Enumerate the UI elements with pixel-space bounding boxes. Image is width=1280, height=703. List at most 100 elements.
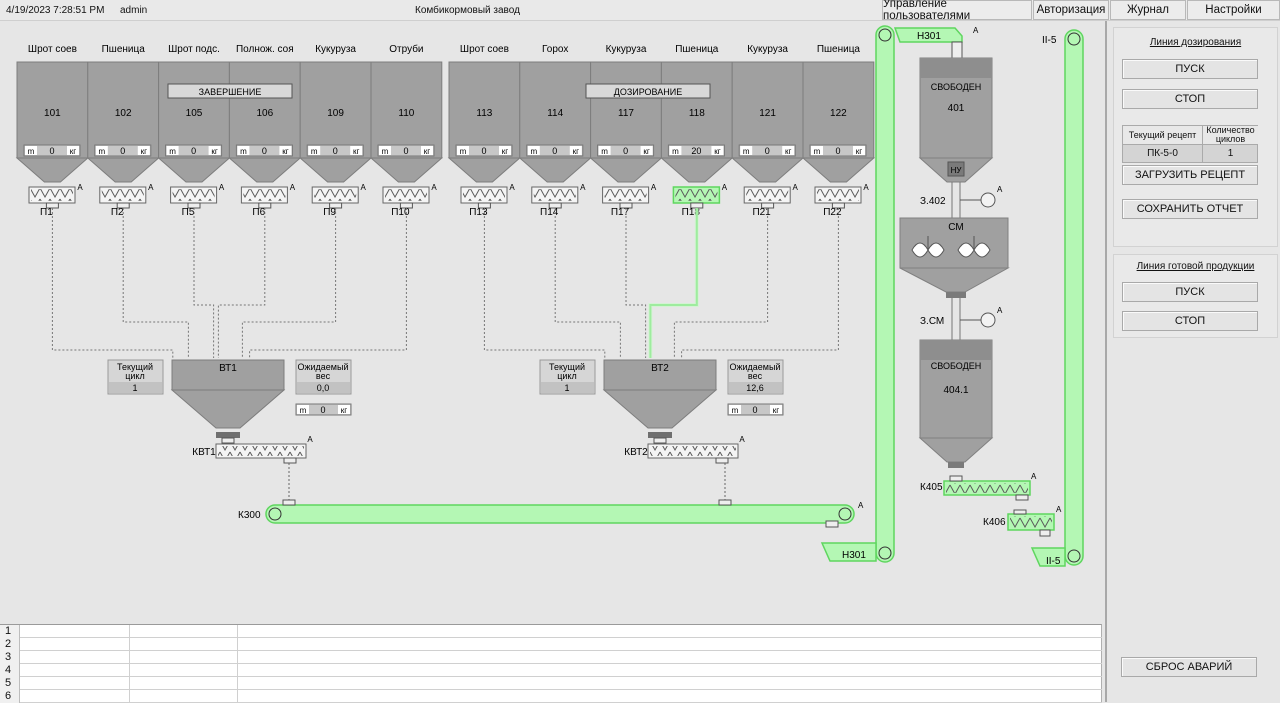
- valve-sm[interactable]: [980, 312, 996, 328]
- screw-КВТ1[interactable]: [215, 443, 307, 464]
- bin-readout-unit-m: m: [240, 147, 247, 156]
- feeder-П2[interactable]: [99, 186, 147, 209]
- cycle-value: 1: [132, 383, 137, 393]
- feeder-screw: [314, 189, 357, 201]
- bin-product-label: Кукуруза: [606, 44, 647, 55]
- conveyor-k405-label: К405: [920, 482, 943, 493]
- bin-readout-value: 20: [691, 146, 701, 156]
- dosing-line-panel: Линия дозирования ПУСК СТОП Текущий реце…: [1113, 27, 1278, 247]
- recipe-table: Текущий рецепт Количество циклов ПК-5-0 …: [1122, 125, 1258, 163]
- feed-line: [483, 208, 606, 358]
- log-row[interactable]: 2: [0, 638, 1102, 651]
- bin-113[interactable]: [447, 61, 522, 183]
- screw-КВТ2[interactable]: [647, 443, 739, 464]
- dosing-start-button[interactable]: ПУСК: [1122, 59, 1258, 79]
- bin-117[interactable]: [589, 61, 663, 183]
- hopper-outlet: [221, 437, 235, 444]
- conveyor-k300-label: К300: [238, 510, 261, 521]
- bin-id: 106: [256, 108, 273, 119]
- feeder-П1[interactable]: [28, 186, 76, 209]
- auto-marker: A: [722, 183, 728, 192]
- conveyor-k300[interactable]: A: [265, 499, 864, 528]
- feeder-П9[interactable]: [311, 186, 359, 209]
- log-row-number: 5: [0, 677, 20, 690]
- auto-marker: A: [793, 183, 799, 192]
- feeder-screw: [385, 189, 427, 201]
- bin-404-1[interactable]: [918, 339, 994, 468]
- bin-106[interactable]: [228, 61, 302, 183]
- cycles-value: 1: [1227, 148, 1234, 159]
- menu-authorization[interactable]: Авторизация: [1033, 0, 1109, 20]
- conveyor-k405[interactable]: [943, 475, 1031, 501]
- bin-105[interactable]: [157, 61, 231, 183]
- bin-102[interactable]: [86, 61, 160, 183]
- mixer-label: СМ: [948, 222, 963, 233]
- bin-readout-unit-kg: кг: [502, 147, 509, 156]
- menu-settings[interactable]: Настройки: [1187, 0, 1280, 20]
- conveyor-k406-label: К406: [983, 517, 1006, 528]
- conveyor-k406[interactable]: [1007, 509, 1055, 537]
- feeder-П18[interactable]: [672, 186, 721, 209]
- feeder-П5[interactable]: [170, 186, 218, 209]
- bin-118[interactable]: [660, 61, 734, 183]
- current-user: admin: [120, 5, 148, 16]
- finished-start-button[interactable]: ПУСК: [1122, 282, 1258, 302]
- menu-user-management[interactable]: Управление пользователями: [882, 0, 1032, 22]
- valve-402[interactable]: [980, 192, 996, 208]
- bin-110[interactable]: [369, 61, 444, 183]
- bin-readout-unit-kg: кг: [643, 147, 650, 156]
- bin-hopper: [86, 157, 160, 183]
- feeder-П6[interactable]: [240, 186, 288, 209]
- app-title: Комбикормовый завод: [415, 5, 520, 16]
- elevator-ii5-bottom-label: II-5: [1046, 556, 1061, 567]
- group-status-text: ЗАВЕРШЕНИЕ: [199, 87, 262, 97]
- feeder-П21[interactable]: [743, 186, 791, 209]
- feed-line: [122, 208, 189, 358]
- datetime: 4/19/2023 7:28:51 PM: [6, 5, 105, 16]
- log-row[interactable]: 6: [0, 690, 1102, 703]
- bin-109[interactable]: [298, 61, 373, 183]
- bin-readout-value: 0: [552, 146, 557, 156]
- elevator-ii5[interactable]: [1030, 29, 1084, 567]
- bin-114[interactable]: [518, 61, 592, 183]
- auto-marker: A: [1056, 505, 1062, 514]
- menu-journal[interactable]: Журнал: [1110, 0, 1186, 20]
- feeder-screw: [172, 189, 215, 201]
- screw-outlet: [715, 457, 729, 464]
- bin-hopper: [15, 157, 90, 183]
- bin-101[interactable]: [15, 61, 90, 183]
- auto-marker: A: [997, 185, 1003, 194]
- bin-401-level: НУ: [951, 166, 963, 175]
- load-recipe-button[interactable]: ЗАГРУЗИТЬ РЕЦЕПТ: [1122, 165, 1258, 185]
- auto-marker: A: [307, 435, 313, 444]
- feeder-П17[interactable]: [602, 186, 650, 209]
- log-row[interactable]: 4: [0, 664, 1102, 677]
- feeder-label: П13: [469, 207, 488, 218]
- auto-marker: A: [77, 183, 83, 192]
- finished-stop-button[interactable]: СТОП: [1122, 311, 1258, 331]
- log-cell: [130, 664, 238, 677]
- bin-121[interactable]: [730, 61, 805, 183]
- log-row[interactable]: 3: [0, 651, 1102, 664]
- feeder-П14[interactable]: [531, 186, 579, 209]
- hopper-gate: [648, 432, 672, 438]
- auto-marker: A: [858, 501, 864, 510]
- feeder-П13[interactable]: [460, 186, 508, 209]
- auto-marker: A: [509, 183, 515, 192]
- log-row[interactable]: 1: [0, 625, 1102, 638]
- expected-value: 12,6: [746, 383, 764, 393]
- bin-readout-value: 0: [481, 146, 486, 156]
- finished-line-title: Линия готовой продукции: [1136, 261, 1255, 272]
- bin-hopper: [589, 157, 663, 183]
- log-row[interactable]: 5: [0, 677, 1102, 690]
- bin-readout-unit-m: m: [28, 147, 35, 156]
- save-report-button[interactable]: СОХРАНИТЬ ОТЧЕТ: [1122, 199, 1258, 219]
- feeder-П22[interactable]: [814, 186, 862, 209]
- reset-alarms-button[interactable]: СБРОС АВАРИЙ: [1121, 657, 1257, 677]
- bin-122[interactable]: [801, 61, 876, 183]
- valve-402-label: З.402: [920, 196, 946, 207]
- feeder-П10[interactable]: [382, 186, 430, 209]
- feed-line: [193, 208, 215, 358]
- dosing-stop-button[interactable]: СТОП: [1122, 89, 1258, 109]
- log-cell: [20, 651, 130, 664]
